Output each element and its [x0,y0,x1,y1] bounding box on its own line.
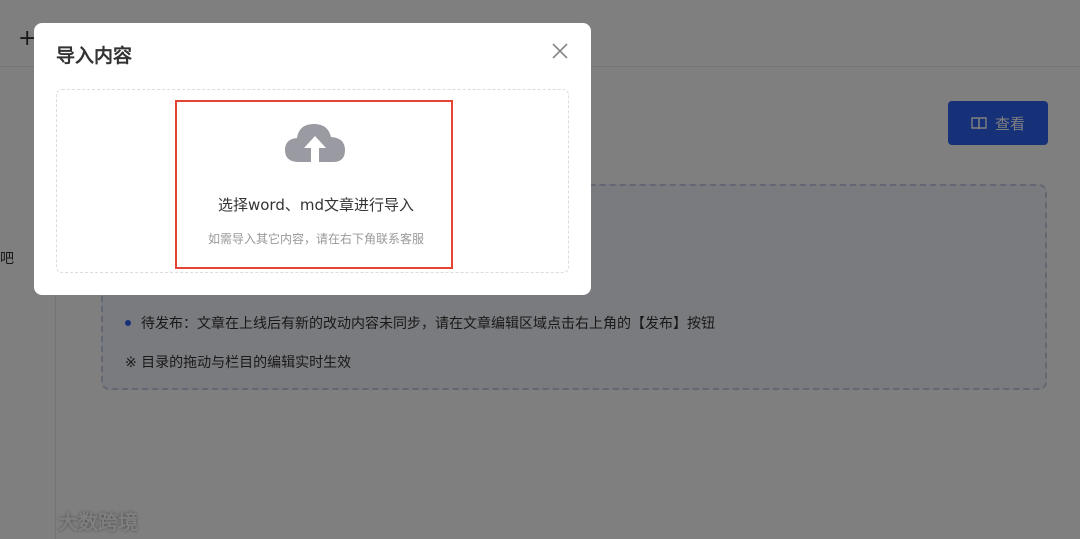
upload-drop-area[interactable]: 选择word、md文章进行导入 如需导入其它内容，请在右下角联系客服 [56,89,569,273]
import-modal: 导入内容 选择word、md文章进行导入 如需导入其它内容，请在右下角联系客服 [34,23,591,295]
close-icon[interactable] [548,39,572,63]
upload-hint-text: 如需导入其它内容，请在右下角联系客服 [207,232,424,246]
cloud-upload-icon [285,124,345,162]
upload-highlight-box[interactable]: 选择word、md文章进行导入 如需导入其它内容，请在右下角联系客服 [175,100,453,269]
upload-main-text: 选择word、md文章进行导入 [217,196,414,214]
modal-title: 导入内容 [56,45,133,67]
